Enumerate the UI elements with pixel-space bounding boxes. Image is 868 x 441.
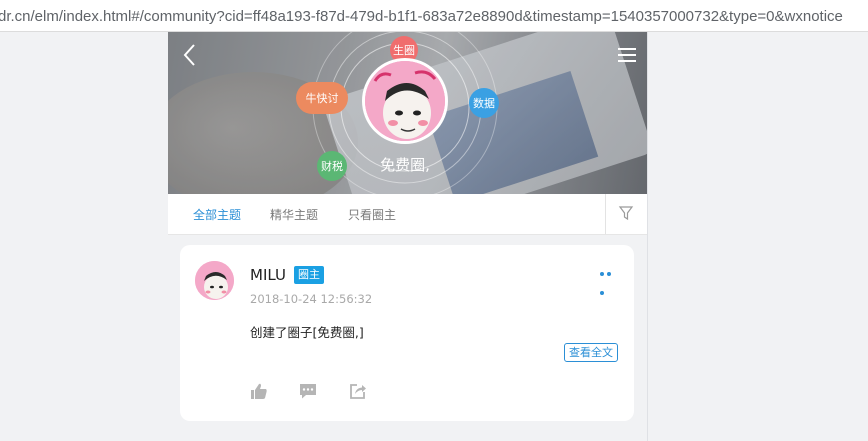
- share-icon[interactable]: [349, 382, 367, 400]
- comment-icon[interactable]: [299, 382, 317, 400]
- tag-bubble-data[interactable]: 数据: [469, 88, 499, 118]
- tab-owner-only[interactable]: 只看圈主: [348, 206, 396, 223]
- post-card: MILU 圈主 2018-10-24 12:56:32 创建了圈子[免费圈,] …: [180, 245, 634, 421]
- tab-all-topics[interactable]: 全部主题: [193, 206, 241, 223]
- tab-featured-topics[interactable]: 精华主题: [270, 206, 318, 223]
- post-timestamp: 2018-10-24 12:56:32: [250, 292, 373, 306]
- circle-header-banner: 生圈 牛快讨 数据 财税 免费圈,: [168, 32, 647, 194]
- page-divider: [647, 32, 648, 441]
- filter-icon[interactable]: [618, 205, 634, 221]
- menu-icon[interactable]: [616, 44, 638, 66]
- address-bar[interactable]: dr.cn/elm/index.html#/community?cid=ff48…: [0, 0, 868, 32]
- circle-name: 免费圈,: [380, 156, 430, 174]
- circle-avatar: [362, 58, 448, 144]
- owner-badge: 圈主: [294, 266, 324, 284]
- post-username[interactable]: MILU: [250, 266, 286, 284]
- tag-bubble-niu[interactable]: 牛快讨: [296, 82, 348, 114]
- back-icon[interactable]: [178, 42, 202, 68]
- post-content: 创建了圈子[免费圈,]: [250, 325, 364, 340]
- avatar[interactable]: [195, 261, 234, 300]
- view-full-text-button[interactable]: 查看全文: [564, 343, 618, 362]
- like-icon[interactable]: [250, 382, 268, 400]
- community-app: 生圈 牛快讨 数据 财税 免费圈, 全部主题 精华主题 只看圈主 MILU 圈主…: [168, 32, 647, 441]
- topic-tabs: 全部主题 精华主题 只看圈主: [168, 194, 647, 235]
- more-options-icon[interactable]: [600, 261, 620, 295]
